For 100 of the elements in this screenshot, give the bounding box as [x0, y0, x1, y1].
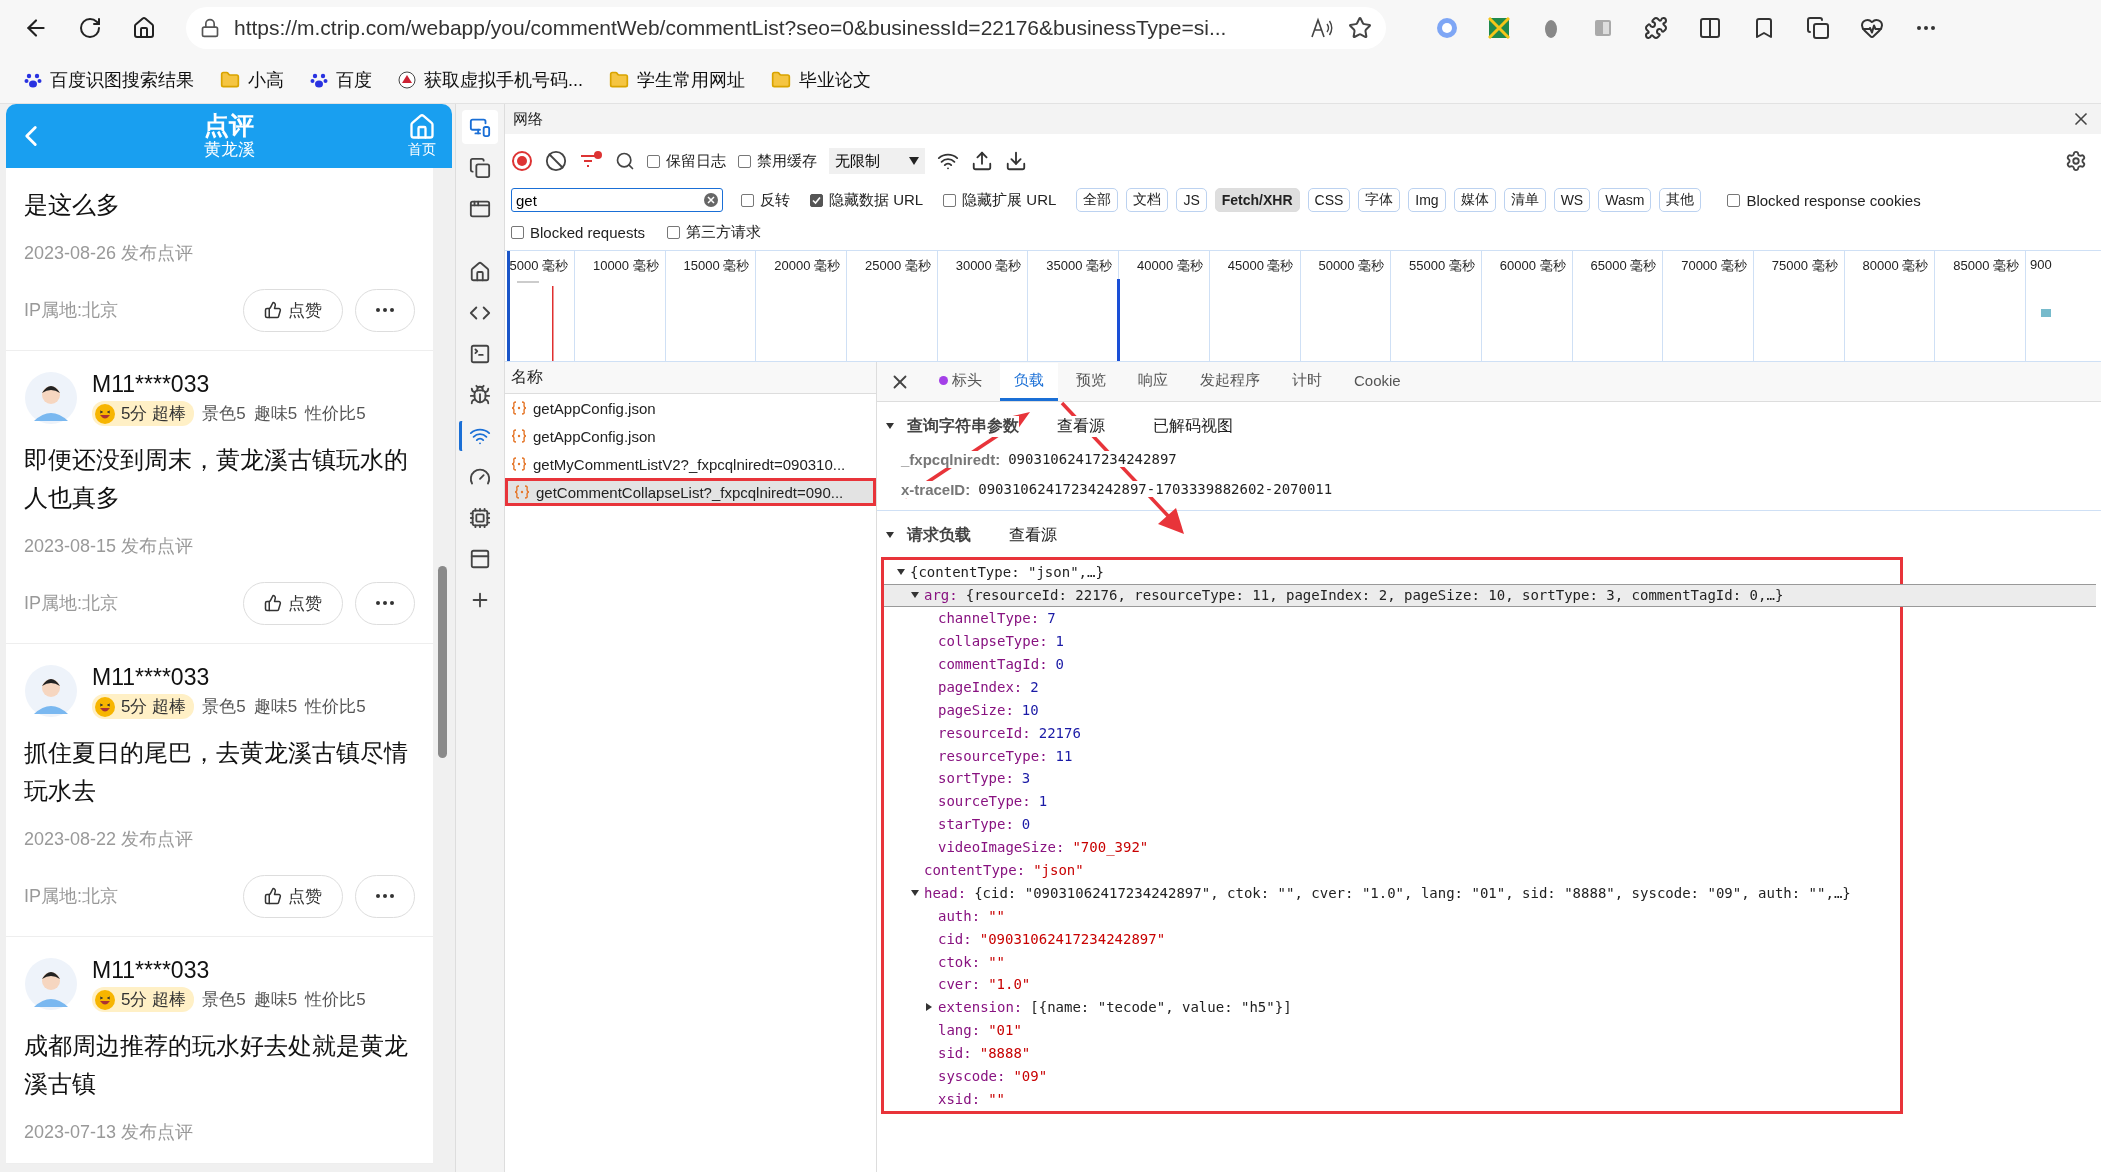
rating-text: 趣味5	[253, 696, 298, 718]
rating-text: 景色5	[202, 403, 246, 425]
view-link[interactable]: 已解码视图	[1153, 415, 1233, 437]
filter-field[interactable]: get	[511, 188, 723, 212]
bookmark[interactable]: 百度识图搜索结果	[24, 67, 194, 92]
tree-row[interactable]: starType: 0	[884, 812, 1031, 836]
checkbox[interactable]: 反转	[741, 190, 790, 210]
tree-row[interactable]: cver: "1.0"	[884, 973, 1031, 996]
clear-icon[interactable]	[545, 150, 567, 172]
tree-row[interactable]: contentType: "json"	[884, 858, 1084, 882]
detail-tab[interactable]: 标头	[925, 363, 996, 401]
type-filter-chip[interactable]: 全部	[1076, 188, 1119, 212]
timeline-tick: 40000 毫秒	[1137, 257, 1203, 275]
detail-tab[interactable]: 负载	[1000, 363, 1058, 401]
tree-row[interactable]: ctok: ""	[884, 950, 1005, 974]
address-bar[interactable]: https://m.ctrip.com/webapp/you/commentWeb/commentList?seo=0&businessId=22176&businessType=si...	[186, 7, 1386, 49]
puzzle-icon[interactable]	[1644, 16, 1668, 40]
tree-row[interactable]: pageSize: 10	[884, 698, 1039, 722]
tree-row[interactable]: videoImageSize: "700_392"	[884, 835, 1149, 859]
tree-row[interactable]: channelType: 7	[884, 606, 1056, 630]
tree-row[interactable]: xsid: ""	[884, 1087, 1005, 1111]
bookmark[interactable]: 小高	[220, 67, 284, 92]
bookmark[interactable]: 毕业论文	[771, 67, 871, 92]
bookmark[interactable]: 百度	[310, 67, 372, 92]
settings-icon[interactable]	[2065, 150, 2087, 172]
param-value: 09031062417234242897	[1008, 451, 1177, 467]
split-screen-icon[interactable]	[1698, 16, 1722, 40]
record-icon[interactable]	[511, 150, 533, 172]
tree-row[interactable]: resourceType: 11	[884, 744, 1073, 767]
checkbox[interactable]: 第三方请求	[667, 222, 762, 242]
tree-row[interactable]: lang: "01"	[884, 1018, 1022, 1042]
type-filter-chip[interactable]: 其他	[1659, 188, 1702, 212]
property-key: pageIndex:	[938, 678, 1023, 695]
detail-tab[interactable]: 响应	[1124, 363, 1182, 401]
heart-pulse-icon[interactable]	[1860, 16, 1884, 40]
detail-tab[interactable]: 计时	[1278, 363, 1336, 401]
detail-tab[interactable]: 预览	[1062, 363, 1120, 401]
dropdown-caret-icon	[909, 157, 919, 165]
type-filter-chip[interactable]: 媒体	[1453, 188, 1496, 212]
checkbox[interactable]: 禁用缓存	[738, 151, 817, 171]
request-row[interactable]: getCommentCollapseList?_fxpcqlniredt=090...	[505, 478, 876, 506]
tree-row[interactable]: pageIndex: 2	[884, 675, 1039, 699]
type-filter-chip[interactable]: CSS	[1307, 188, 1351, 212]
user-name: M11****033	[92, 371, 211, 397]
star-icon[interactable]	[1348, 16, 1372, 40]
tree-row[interactable]: arg: {resourceId: 22176, resourceType: 11, pageIndex: 2, pageSize: 10, sortType: 3, commentTagId: 0,…}	[884, 583, 2096, 607]
search-icon[interactable]	[615, 151, 635, 171]
tree-row[interactable]: syscode: "09"	[884, 1064, 1048, 1088]
type-filter-chip[interactable]: 清单	[1503, 188, 1546, 212]
tree-row[interactable]: auth: ""	[884, 904, 1005, 928]
tree-row[interactable]: head: {cid: "09031062417234242897", ctok: "", cver: "1.0", lang: "01", sid: "8888", syscode: "09", auth: "",…}	[884, 881, 1851, 905]
timeline-tick: 75000 毫秒	[1771, 257, 1838, 275]
read-aloud-icon[interactable]	[1310, 17, 1334, 39]
like-button[interactable]: 点赞	[243, 288, 343, 332]
checkbox[interactable]: Blocked requests	[511, 223, 646, 241]
checkbox[interactable]: 隐藏扩展 URL	[943, 190, 1057, 210]
property-value: {resourceId: 22176, resourceType: 11, pageIndex: 2, pageSize: 10, sortType: 3, commentTagId: 0,…}	[965, 587, 1784, 604]
copy-icon	[469, 157, 491, 179]
clear-input-icon[interactable]	[704, 193, 718, 207]
device-button[interactable]	[462, 110, 498, 144]
tree-row[interactable]: {contentType: "json",…}	[884, 561, 1104, 584]
collections-icon[interactable]	[1806, 16, 1830, 40]
expanded-triangle-icon[interactable]	[885, 530, 895, 540]
scrollbar-thumb[interactable]	[438, 566, 447, 758]
expanded-triangle-icon[interactable]	[910, 887, 920, 898]
like-button[interactable]: 点赞	[243, 581, 343, 625]
type-filter-chip[interactable]: Img	[1408, 188, 1446, 212]
type-filter-chip[interactable]: 文档	[1126, 188, 1169, 212]
download-icon[interactable]	[1005, 150, 1027, 172]
tree-row[interactable]: extension: [{name: "tecode", value: "h5"}]	[884, 995, 1292, 1019]
tree-row[interactable]: cid: "09031062417234242897"	[884, 927, 1166, 951]
bookmark[interactable]: 学生常用网址	[609, 67, 745, 92]
window-icon	[469, 198, 491, 220]
bookmark[interactable]: 获取虚拟手机号码...	[398, 67, 583, 92]
extension-icon[interactable]	[1488, 17, 1510, 39]
expanded-triangle-icon[interactable]	[885, 421, 895, 431]
type-filter-chip[interactable]: JS	[1176, 188, 1207, 212]
type-filter-chip[interactable]: Wasm	[1598, 188, 1652, 212]
tree-row[interactable]: sid: "8888"	[884, 1041, 1031, 1065]
column-header[interactable]: 名称	[505, 362, 876, 394]
checkbox[interactable]: 隐藏数据 URL	[810, 190, 924, 210]
detail-tab[interactable]: Cookie	[1340, 363, 1415, 401]
tree-row[interactable]: resourceId: 22176	[884, 721, 1081, 745]
detail-tab[interactable]: 发起程序	[1186, 363, 1274, 401]
upload-icon[interactable]	[971, 150, 993, 172]
home-icon	[469, 261, 491, 283]
collapsed-triangle-icon[interactable]	[924, 1002, 934, 1013]
throttle-dropdown[interactable]: 无限制	[829, 148, 925, 174]
tree-row[interactable]: sortType: 3	[884, 767, 1031, 790]
tree-row[interactable]: collapseType: 1	[884, 629, 1064, 653]
tree-row[interactable]: commentTagId: 0	[884, 652, 1064, 676]
type-filter-chip[interactable]: Fetch/XHR	[1214, 188, 1300, 212]
type-filter-chip[interactable]: WS	[1553, 188, 1591, 212]
view-link[interactable]: 查看源	[1057, 415, 1105, 437]
checkbox[interactable]: 保留日志	[647, 151, 726, 171]
type-filter-chip[interactable]: 字体	[1358, 188, 1401, 212]
checkbox[interactable]: Blocked response cookies	[1727, 191, 1921, 209]
timeline-tick: 45000 毫秒	[1227, 257, 1294, 275]
like-button[interactable]: 点赞	[243, 874, 343, 918]
tree-row[interactable]: sourceType: 1	[884, 789, 1048, 813]
